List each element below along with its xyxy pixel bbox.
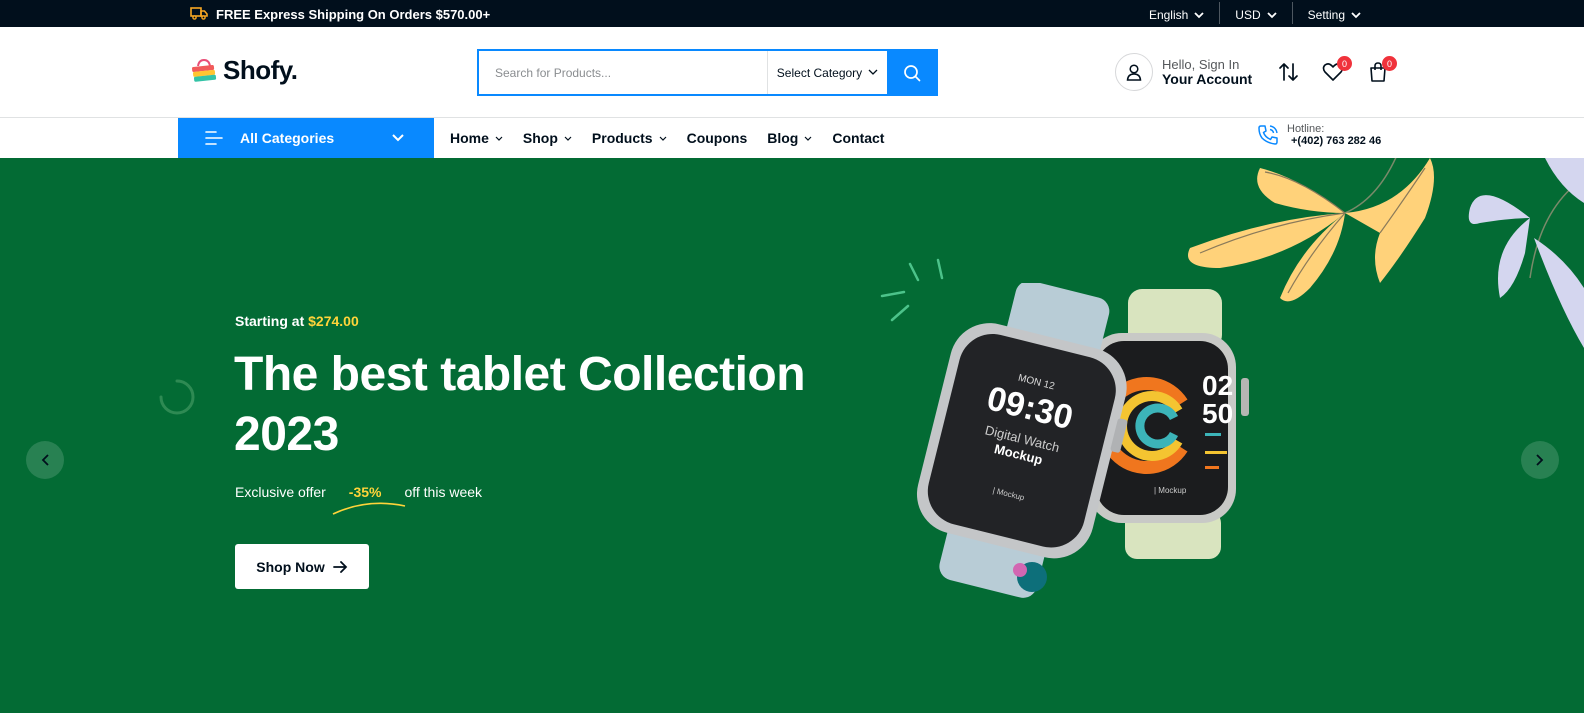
offer-suffix: off this week xyxy=(404,484,483,500)
nav-item-label: Shop xyxy=(522,130,558,146)
logo-text: Shofy. xyxy=(223,55,298,85)
top-bar: FREE Express Shipping On Orders $570.00+… xyxy=(0,0,1584,27)
account-greeting: Hello, Sign In xyxy=(1162,56,1240,72)
nav-item-coupons[interactable]: Coupons xyxy=(687,130,748,146)
chevron-down-icon xyxy=(1194,11,1204,18)
offer-percent-value: -35% xyxy=(348,484,382,500)
hero-starting-price: Starting at $274.00 xyxy=(235,313,359,329)
watch2-minute: 50 xyxy=(1202,398,1233,429)
hero-slider: Starting at $274.00 The best tablet Coll… xyxy=(0,158,1584,713)
smartwatch-product-image: 02 50 | Mockup MON 12 09:30 Digital Watc… xyxy=(916,283,1249,598)
shop-now-button[interactable]: Shop Now xyxy=(235,544,369,589)
all-categories-button[interactable]: All Categories xyxy=(178,118,434,158)
search-icon xyxy=(903,64,920,81)
nav-item-label: Coupons xyxy=(686,130,748,146)
underline-swoosh-decoration xyxy=(332,502,405,515)
search-input[interactable] xyxy=(479,51,767,94)
setting-label: Setting xyxy=(1307,8,1345,22)
compare-button[interactable] xyxy=(1278,61,1300,88)
account-link[interactable]: Hello, Sign In Your Account xyxy=(1115,53,1252,91)
setting-select[interactable]: Setting xyxy=(1293,8,1376,22)
chevron-down-icon xyxy=(564,136,572,141)
shop-now-label: Shop Now xyxy=(256,558,325,575)
nav-item-contact[interactable]: Contact xyxy=(832,130,884,146)
watch2-hour: 02 xyxy=(1202,370,1233,401)
nav-item-shop[interactable]: Shop xyxy=(523,130,572,146)
chevron-down-icon xyxy=(659,136,667,141)
menu-icon xyxy=(205,131,223,145)
currency-select[interactable]: USD xyxy=(1220,8,1291,22)
truck-icon xyxy=(190,6,208,23)
cart-count-badge: 0 xyxy=(1382,56,1397,71)
language-select[interactable]: English xyxy=(1134,8,1219,22)
chevron-down-icon xyxy=(804,136,812,141)
nav-item-blog[interactable]: Blog xyxy=(767,130,812,146)
currency-label: USD xyxy=(1235,8,1261,22)
search-bar: Select Category xyxy=(477,49,938,96)
compare-arrows-icon xyxy=(1279,63,1298,81)
shipping-text: FREE Express Shipping On Orders $570.00+ xyxy=(216,7,491,22)
nav-item-label: Products xyxy=(591,130,653,146)
price: $274.00 xyxy=(308,313,359,329)
shopping-bag-logo-icon xyxy=(191,58,217,82)
watch2-brand: | Mockup xyxy=(1154,486,1187,495)
main-menu: Home Shop Products Coupons Blog Contact xyxy=(450,118,884,158)
nav-item-label: Home xyxy=(450,130,489,146)
user-icon xyxy=(1126,64,1142,81)
navigation-bar: All Categories Home Shop Products Coupon… xyxy=(0,118,1584,158)
shipping-notice: FREE Express Shipping On Orders $570.00+ xyxy=(190,6,490,23)
wishlist-button[interactable]: 0 xyxy=(1322,56,1352,88)
hotline-label: Hotline: xyxy=(1287,123,1325,135)
offer-prefix: Exclusive offer xyxy=(235,484,326,500)
chevron-down-icon xyxy=(1351,11,1361,18)
phone-icon xyxy=(1258,125,1278,145)
hotline-number: +(402) 763 282 46 xyxy=(1291,135,1382,147)
chevron-left-icon xyxy=(41,454,49,466)
chevron-down-icon xyxy=(392,134,404,142)
nav-item-label: Blog xyxy=(767,130,799,146)
nav-item-home[interactable]: Home xyxy=(450,130,503,146)
cart-button[interactable]: 0 xyxy=(1367,56,1397,88)
loading-ring-decoration xyxy=(159,379,195,415)
hero-offer: Exclusive offer -35% off this week xyxy=(235,484,483,515)
logo[interactable]: Shofy. xyxy=(190,55,298,86)
chevron-down-icon xyxy=(1267,11,1277,18)
user-avatar xyxy=(1115,53,1153,91)
hotline[interactable]: Hotline: +(402) 763 282 46 xyxy=(1256,123,1381,147)
nav-item-label: Contact xyxy=(832,130,885,146)
offer-percent: -35% xyxy=(332,484,405,515)
chevron-right-icon xyxy=(1536,454,1544,466)
chevron-down-icon xyxy=(868,69,878,75)
slider-prev-button[interactable] xyxy=(26,441,64,479)
category-select-label: Select Category xyxy=(776,65,863,80)
category-select[interactable]: Select Category xyxy=(767,51,887,94)
all-categories-label: All Categories xyxy=(240,130,335,146)
slider-next-button[interactable] xyxy=(1521,441,1559,479)
hero-title: The best tablet Collection 2023 xyxy=(234,348,806,461)
arrow-right-icon xyxy=(332,560,347,573)
chevron-down-icon xyxy=(495,136,503,141)
starting-label: Starting at xyxy=(235,313,305,329)
language-label: English xyxy=(1148,8,1189,22)
nav-item-products[interactable]: Products xyxy=(592,130,667,146)
account-label: Your Account xyxy=(1162,70,1253,87)
wishlist-count-badge: 0 xyxy=(1337,56,1352,71)
main-header: Shofy. Select Category Hello, Sign In Yo… xyxy=(0,27,1584,118)
search-button[interactable] xyxy=(887,51,936,94)
